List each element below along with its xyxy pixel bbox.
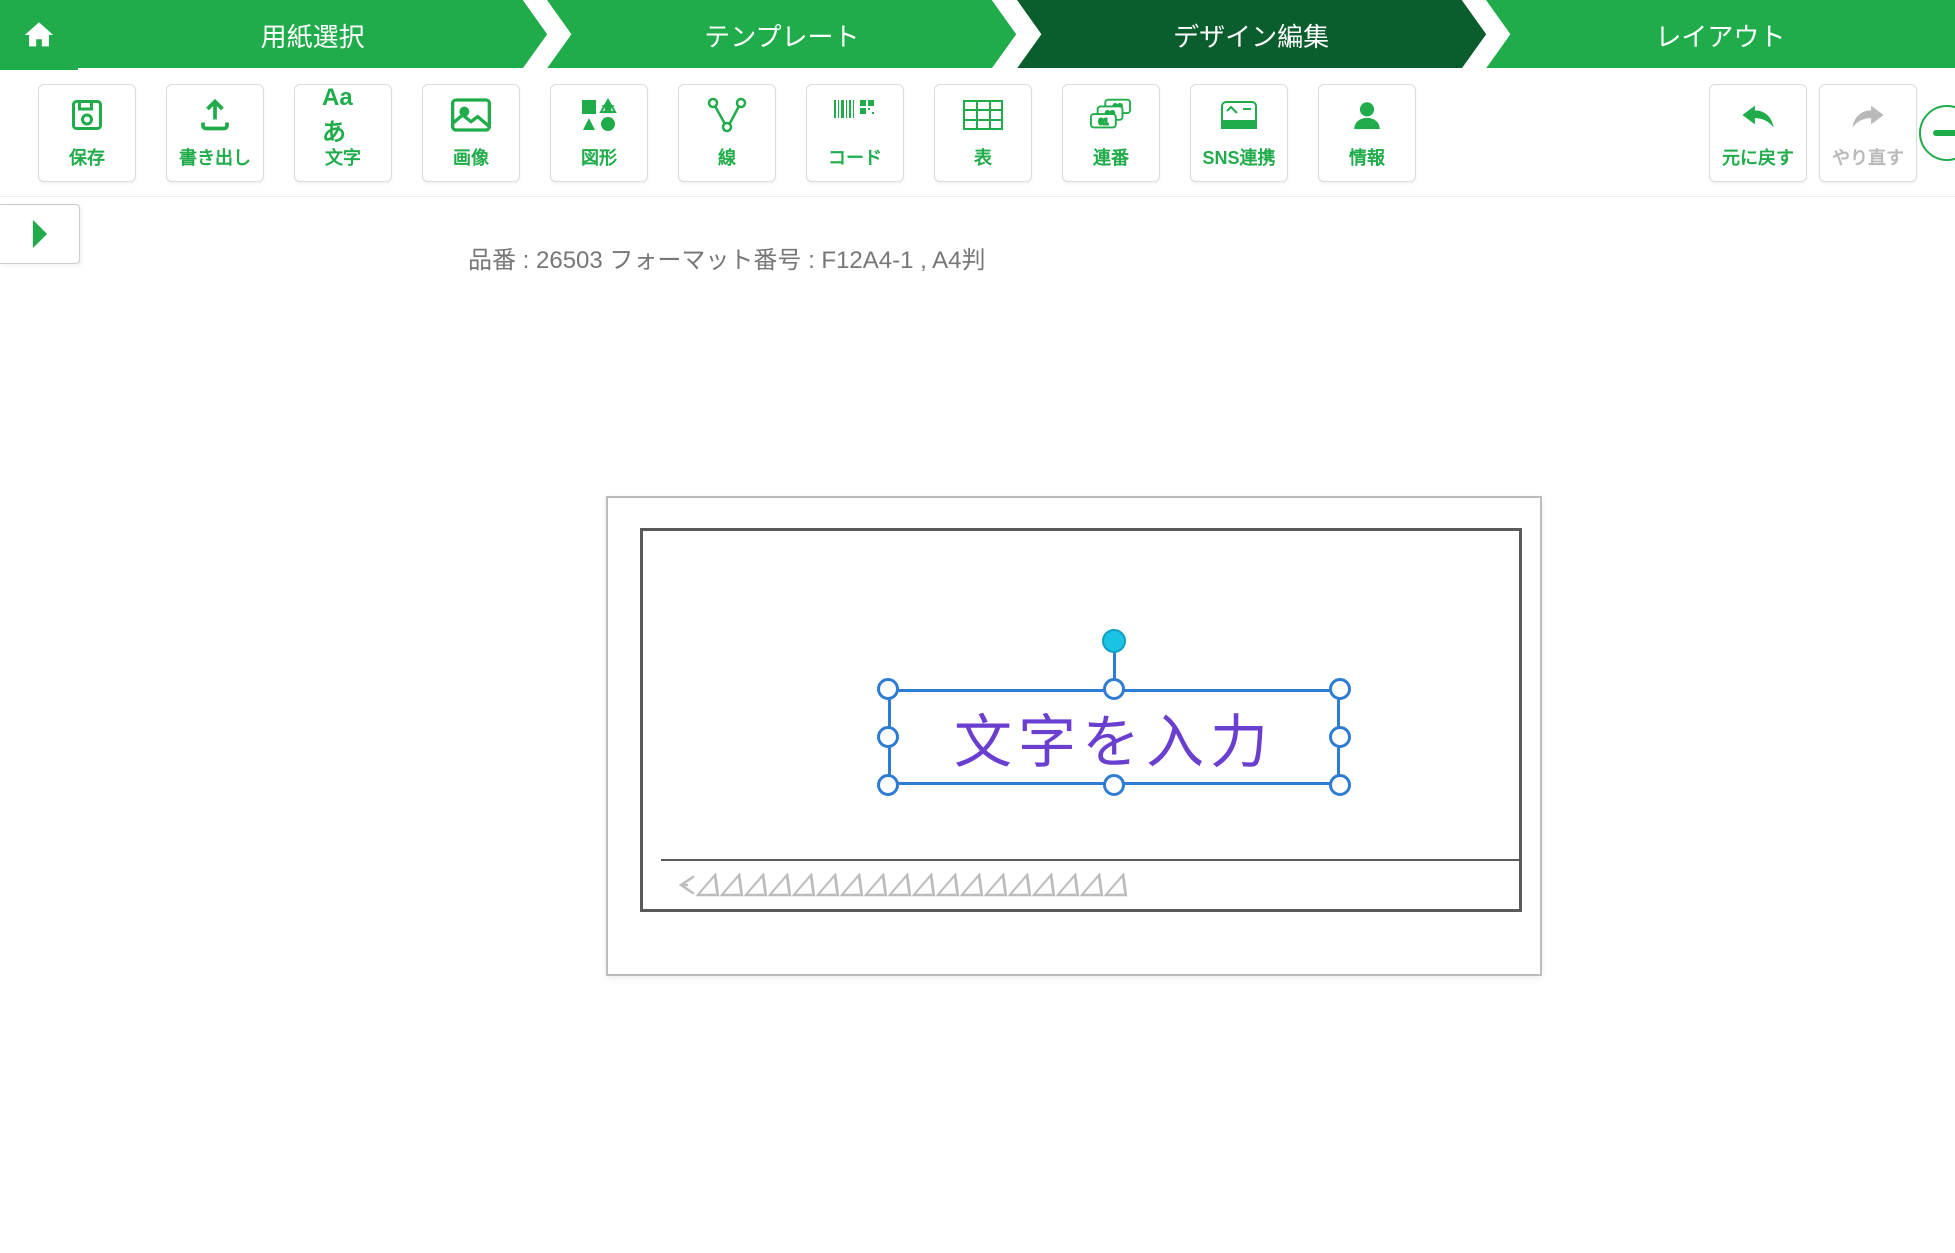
text-object-content[interactable]: 文字を入力	[891, 692, 1337, 782]
minus-icon	[1933, 130, 1955, 136]
chevron-right-icon	[28, 217, 52, 251]
redo-icon	[1847, 96, 1889, 134]
table-icon	[962, 96, 1004, 134]
image-button[interactable]: 画像	[422, 84, 520, 182]
svg-text:01: 01	[1099, 117, 1109, 127]
shape-button[interactable]: 図形	[550, 84, 648, 182]
resize-handle-ne[interactable]	[1329, 678, 1351, 700]
redo-button: やり直す	[1819, 84, 1917, 182]
step-label: デザイン編集	[1173, 17, 1329, 54]
sns-button[interactable]: SNS連携	[1190, 84, 1288, 182]
button-label: 表	[974, 144, 992, 170]
toolbar: 保存 書き出し Aaあ 文字 画像 図形	[0, 70, 1955, 197]
text-button[interactable]: Aaあ 文字	[294, 84, 392, 182]
toolbar-insert-group: Aaあ 文字 画像 図形 線 コード	[294, 84, 1416, 182]
format-info-text: 品番 : 26503 フォーマット番号 : F12A4-1 , A4判	[468, 240, 986, 275]
step-label: レイアウト	[1655, 17, 1785, 54]
resize-handle-w[interactable]	[877, 726, 899, 748]
step-template[interactable]: テンプレート	[547, 0, 1016, 70]
save-icon	[66, 96, 108, 134]
toolbar-file-group: 保存 書き出し	[38, 84, 264, 182]
person-icon	[1346, 96, 1388, 134]
resize-handle-n[interactable]	[1103, 678, 1125, 700]
button-label: やり直す	[1832, 144, 1904, 170]
button-label: 連番	[1093, 144, 1129, 170]
image-icon	[450, 96, 492, 134]
button-label: 線	[718, 144, 736, 170]
step-paper-select[interactable]: 用紙選択	[78, 0, 547, 70]
resize-handle-s[interactable]	[1103, 774, 1125, 796]
undo-icon	[1737, 96, 1779, 134]
text-object-selected[interactable]: 文字を入力	[888, 689, 1340, 785]
button-label: 図形	[581, 144, 617, 170]
code-button[interactable]: コード	[806, 84, 904, 182]
arrow-marker-icon	[679, 871, 1169, 899]
save-button[interactable]: 保存	[38, 84, 136, 182]
shape-icon	[578, 96, 620, 134]
rotate-handle[interactable]	[1102, 629, 1126, 653]
info-button[interactable]: 情報	[1318, 84, 1416, 182]
resize-handle-sw[interactable]	[877, 774, 899, 796]
button-label: コード	[828, 144, 882, 170]
resize-handle-e[interactable]	[1329, 726, 1351, 748]
button-label: SNS連携	[1202, 144, 1275, 170]
button-label: 書き出し	[179, 144, 251, 170]
side-panel-expand-button[interactable]	[0, 204, 80, 264]
button-label: 情報	[1349, 144, 1385, 170]
home-icon	[20, 18, 58, 52]
step-layout[interactable]: レイアウト	[1486, 0, 1955, 70]
button-label: 文字	[325, 144, 361, 170]
step-label: テンプレート	[704, 17, 859, 54]
home-button[interactable]	[0, 0, 78, 70]
line-button[interactable]: 線	[678, 84, 776, 182]
resize-handle-nw[interactable]	[877, 678, 899, 700]
button-label: 保存	[69, 144, 105, 170]
selection-box[interactable]: 文字を入力	[888, 689, 1340, 785]
resize-handle-se[interactable]	[1329, 774, 1351, 796]
button-label: 画像	[453, 144, 489, 170]
line-icon	[706, 96, 748, 134]
step-design-edit[interactable]: デザイン編集	[1017, 0, 1486, 70]
serial-button[interactable]: 030201 連番	[1062, 84, 1160, 182]
step-label: 用紙選択	[261, 17, 365, 54]
export-button[interactable]: 書き出し	[166, 84, 264, 182]
sns-icon	[1218, 96, 1260, 134]
progress-stepper: 用紙選択 テンプレート デザイン編集 レイアウト	[0, 0, 1955, 70]
text-icon: Aaあ	[322, 96, 364, 134]
table-button[interactable]: 表	[934, 84, 1032, 182]
export-icon	[194, 96, 236, 134]
undo-button[interactable]: 元に戻す	[1709, 84, 1807, 182]
barcode-icon	[834, 96, 876, 134]
serial-icon: 030201	[1090, 96, 1132, 134]
address-strip	[661, 859, 1519, 909]
zoom-out-button[interactable]	[1919, 105, 1955, 161]
toolbar-history-group: 元に戻す やり直す	[1709, 84, 1917, 182]
template-frame: 文字を入力	[640, 528, 1522, 912]
design-canvas[interactable]: 文字を入力	[606, 496, 1542, 976]
button-label: 元に戻す	[1722, 144, 1794, 170]
